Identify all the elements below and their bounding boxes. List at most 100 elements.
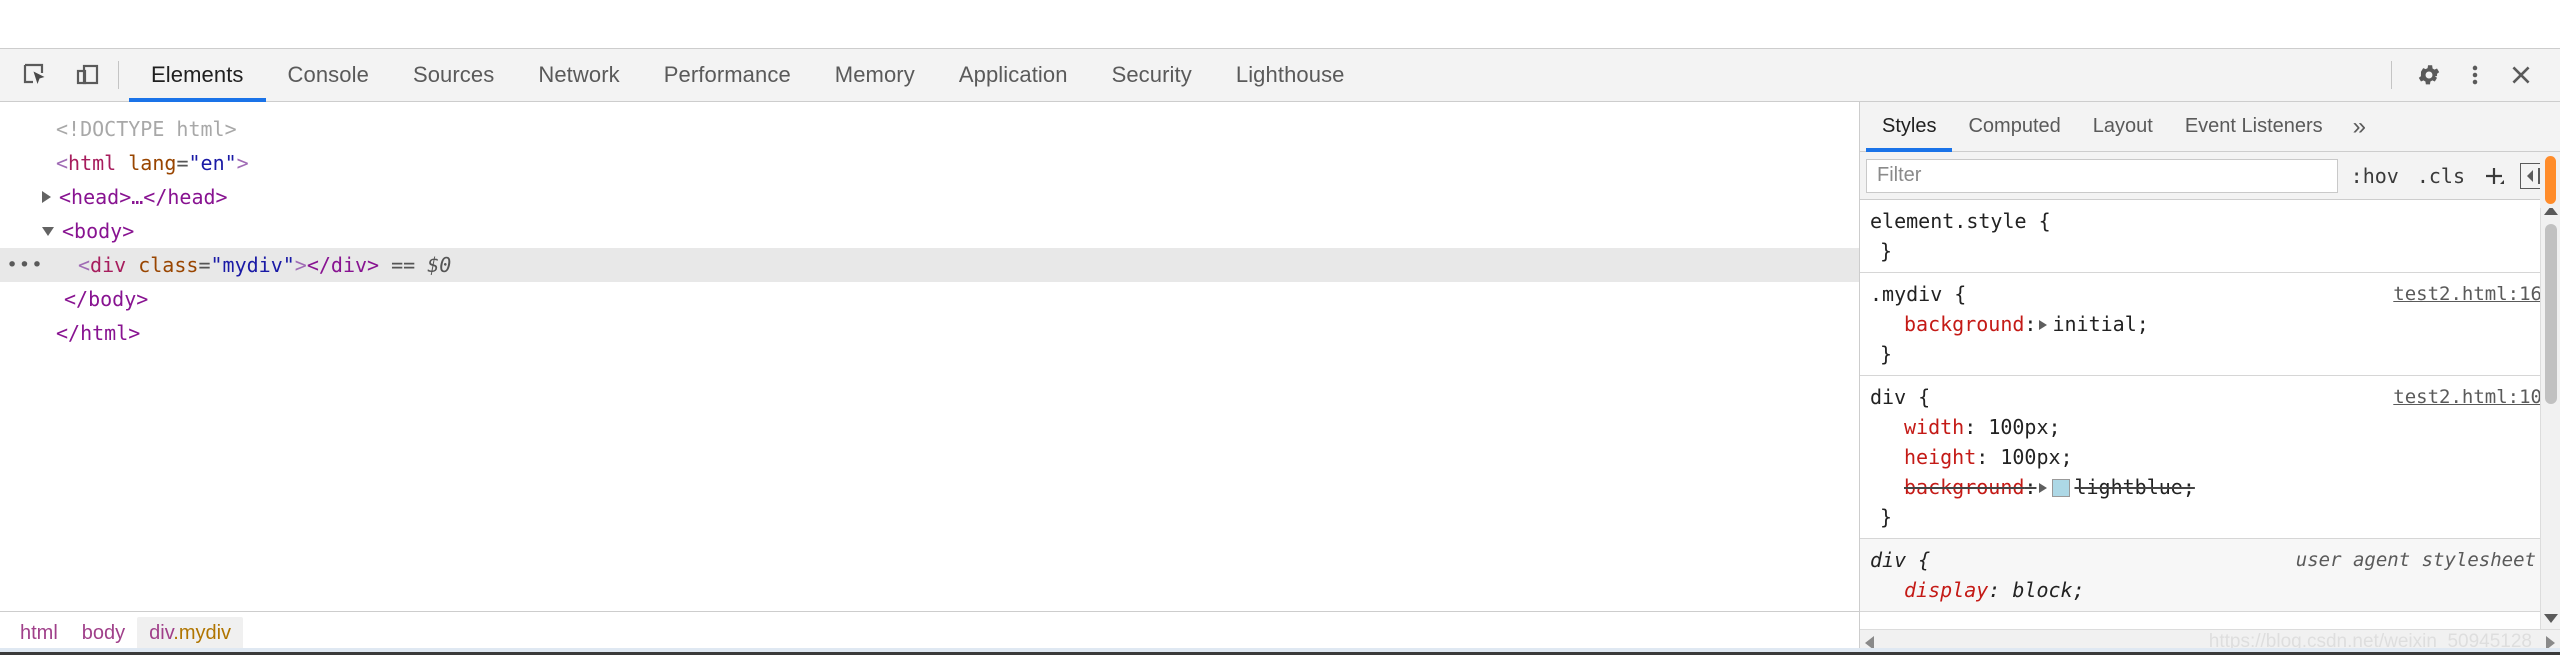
tab-event-listeners[interactable]: Event Listeners <box>2169 102 2339 151</box>
more-options-icon[interactable] <box>2454 54 2496 96</box>
style-rule-mydiv[interactable]: .mydiv { test2.html:16 background: initia… <box>1860 273 2560 376</box>
declaration-value[interactable]: 100px; <box>1988 415 2060 439</box>
hov-label: :hov <box>2350 163 2399 188</box>
tab-performance[interactable]: Performance <box>642 49 813 101</box>
tab-memory[interactable]: Memory <box>813 49 937 101</box>
dom-row-head[interactable]: <head>…</head> <box>0 180 1859 214</box>
toggle-hover-state-button[interactable]: :hov <box>2346 161 2404 191</box>
expand-shorthand-icon[interactable] <box>2039 320 2048 330</box>
breadcrumb-class: .mydiv <box>173 622 232 644</box>
tab-lighthouse[interactable]: Lighthouse <box>1214 49 1367 101</box>
styles-rules-list[interactable]: element.style { } .mydiv { test2.html:16… <box>1860 200 2560 629</box>
tab-application[interactable]: Application <box>937 49 1090 101</box>
breadcrumb-label: div <box>149 622 174 644</box>
tab-elements[interactable]: Elements <box>129 49 266 102</box>
tab-application-label: Application <box>958 62 1068 87</box>
tab-security-label: Security <box>1111 62 1192 87</box>
dom-row-doctype[interactable]: <!DOCTYPE html> <box>0 112 1859 146</box>
declaration-background[interactable]: background: initial; <box>1870 309 2560 339</box>
collapse-body-icon[interactable] <box>42 226 54 236</box>
dom-row-html-open[interactable]: < html lang = "en" > <box>0 146 1859 180</box>
dom-row-body-close[interactable]: </body> <box>0 282 1859 316</box>
attr-value[interactable]: "en" <box>188 146 236 180</box>
tab-console-label: Console <box>287 62 369 87</box>
breadcrumb-item-html[interactable]: html <box>8 617 70 650</box>
color-swatch-lightblue[interactable] <box>2052 479 2071 497</box>
devtools-main-toolbar: Elements Console Sources Network Perform… <box>0 48 2560 102</box>
tag-close-bracket: > <box>236 151 249 175</box>
console-reference: $0 <box>427 253 452 277</box>
tag-end: </div> <box>306 253 380 277</box>
declaration-value[interactable]: 100px; <box>2000 445 2072 469</box>
tab-styles-label: Styles <box>1882 115 1937 137</box>
tab-network[interactable]: Network <box>516 49 641 101</box>
breadcrumb-item-div-mydiv[interactable]: div.mydiv <box>137 617 244 650</box>
tag-open-bracket: < <box>78 253 91 277</box>
inspect-element-icon[interactable] <box>14 54 56 96</box>
attr-name[interactable]: lang <box>128 146 176 180</box>
expand-shorthand-icon[interactable] <box>2039 483 2048 493</box>
more-tabs-chevron-icon[interactable]: » <box>2339 102 2380 151</box>
toolbar-divider <box>118 61 119 89</box>
rule-source-link[interactable]: test2.html:16 <box>2393 279 2542 309</box>
style-rule-div-user-agent[interactable]: div { user agent stylesheet display: blo… <box>1860 539 2560 612</box>
styles-sidebar-tabs: Styles Computed Layout Event Listeners » <box>1860 102 2560 152</box>
style-rule-div[interactable]: div { test2.html:10 width: 100px; height… <box>1860 376 2560 539</box>
scrollbar-thumb[interactable] <box>2545 224 2557 404</box>
declaration-property[interactable]: width <box>1904 415 1964 439</box>
attr-value[interactable]: "mydiv" <box>210 248 294 282</box>
tab-layout[interactable]: Layout <box>2077 102 2169 151</box>
declaration-property[interactable]: height <box>1904 445 1976 469</box>
orange-scroll-thumb[interactable] <box>2545 156 2556 204</box>
row-gutter-dots[interactable]: ••• <box>6 248 43 282</box>
tab-computed[interactable]: Computed <box>1952 102 2076 151</box>
declaration-background-overridden[interactable]: background: lightblue; <box>1870 472 2560 502</box>
node-badge-icon[interactable]: ••• <box>6 248 43 282</box>
rule-selector[interactable]: .mydiv { <box>1870 279 1966 309</box>
body-close-text: </body> <box>64 287 149 311</box>
devtools-window: Elements Console Sources Network Perform… <box>0 0 2560 655</box>
breadcrumb-label: body <box>81 622 126 644</box>
dom-row-selected-div[interactable]: ••• < div class = "mydiv" > </div> == $0 <box>0 248 1859 282</box>
styles-vertical-scrollbar[interactable] <box>2540 200 2560 629</box>
rule-selector[interactable]: element.style { <box>1870 206 2051 236</box>
rule-source-link[interactable]: test2.html:10 <box>2393 382 2542 412</box>
declaration-height[interactable]: height: 100px; <box>1870 442 2560 472</box>
dom-row-body-open[interactable]: <body> <box>0 214 1859 248</box>
declaration-value[interactable]: initial; <box>2052 312 2148 336</box>
tab-security[interactable]: Security <box>1090 49 1214 101</box>
tab-event-listeners-label: Event Listeners <box>2184 115 2323 137</box>
html-close-text: </html> <box>56 321 141 345</box>
declaration-property[interactable]: background <box>1904 475 2024 499</box>
rule-close-brace: } <box>1880 239 1893 263</box>
close-devtools-icon[interactable] <box>2500 54 2542 96</box>
attr-equals: = <box>198 253 211 277</box>
styles-sidebar: Styles Computed Layout Event Listeners »… <box>1860 102 2560 655</box>
new-style-rule-button[interactable] <box>2478 164 2512 188</box>
filter-input[interactable] <box>1866 158 2338 193</box>
breadcrumb-item-body[interactable]: body <box>70 617 137 650</box>
tab-layout-label: Layout <box>2092 115 2153 137</box>
dom-tree[interactable]: <!DOCTYPE html> < html lang = "en" > <head>…… <box>0 102 1859 611</box>
dom-row-html-close[interactable]: </html> <box>0 316 1859 350</box>
declaration-value[interactable]: lightblue; <box>2074 475 2194 499</box>
head-node-text: <head>…</head> <box>59 185 228 209</box>
rule-close-brace: } <box>1880 505 1893 529</box>
tab-sources[interactable]: Sources <box>391 49 516 101</box>
toggle-class-button[interactable]: .cls <box>2412 161 2470 191</box>
rule-source-label: user agent stylesheet <box>2295 549 2536 571</box>
rule-selector[interactable]: div { <box>1870 382 1930 412</box>
tab-styles[interactable]: Styles <box>1866 102 1953 152</box>
declaration-width[interactable]: width: 100px; <box>1870 412 2560 442</box>
rule-close-brace: } <box>1880 342 1893 366</box>
attr-name[interactable]: class <box>138 248 198 282</box>
orange-scroll-track[interactable] <box>2540 152 2560 208</box>
rule-selector-row: element.style { <box>1870 206 2560 236</box>
scroll-down-icon[interactable] <box>2544 614 2558 623</box>
expand-head-icon[interactable] <box>42 191 51 203</box>
tab-console[interactable]: Console <box>266 49 391 101</box>
declaration-property[interactable]: background <box>1904 312 2024 336</box>
settings-gear-icon[interactable] <box>2408 54 2450 96</box>
style-rule-element-style[interactable]: element.style { } <box>1860 200 2560 273</box>
device-toolbar-icon[interactable] <box>66 54 108 96</box>
